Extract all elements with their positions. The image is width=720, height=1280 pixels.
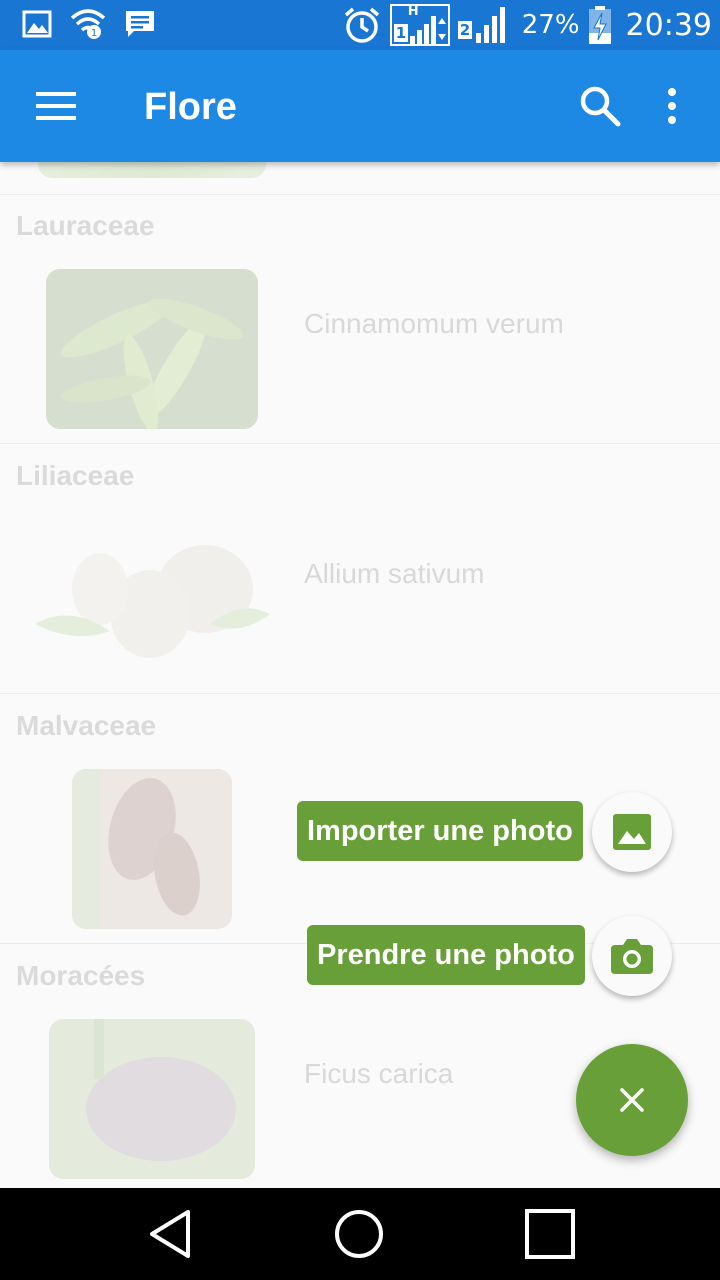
import-photo-button[interactable] (592, 792, 672, 872)
wifi-badge: 1 (91, 28, 97, 39)
camera-icon (611, 939, 653, 974)
image-icon (613, 814, 651, 850)
back-icon[interactable] (144, 1206, 200, 1262)
alarm-icon (344, 7, 379, 43)
status-bar: 1 H 1 2 27% 20:39 (0, 0, 720, 50)
take-photo-label[interactable]: Prendre une photo (307, 925, 585, 985)
close-icon (620, 1088, 644, 1112)
more-vert-icon[interactable] (660, 86, 684, 126)
battery-charging-icon (588, 6, 611, 44)
signal-icon (475, 7, 505, 43)
home-icon[interactable] (331, 1206, 387, 1262)
import-photo-label[interactable]: Importer une photo (297, 801, 583, 861)
scrim-overlay[interactable] (0, 162, 720, 1188)
message-icon (126, 11, 154, 37)
page-title: Flore (144, 86, 237, 128)
gallery-notification-icon (22, 10, 52, 38)
take-photo-button[interactable] (592, 916, 672, 996)
wifi-icon: 1 (70, 9, 106, 39)
signal-bars-icon (409, 16, 446, 44)
app-bar: Flore (0, 50, 720, 162)
close-speed-dial-button[interactable] (576, 1044, 688, 1156)
recents-icon[interactable] (522, 1206, 578, 1262)
menu-icon[interactable] (36, 90, 76, 122)
battery-percent: 27% (521, 10, 580, 40)
sim2-signal: 2 (457, 5, 514, 45)
clock: 20:39 (625, 7, 712, 43)
sim1-signal: H 1 (389, 4, 450, 46)
search-icon[interactable] (578, 84, 622, 128)
navigation-bar (0, 1188, 720, 1280)
